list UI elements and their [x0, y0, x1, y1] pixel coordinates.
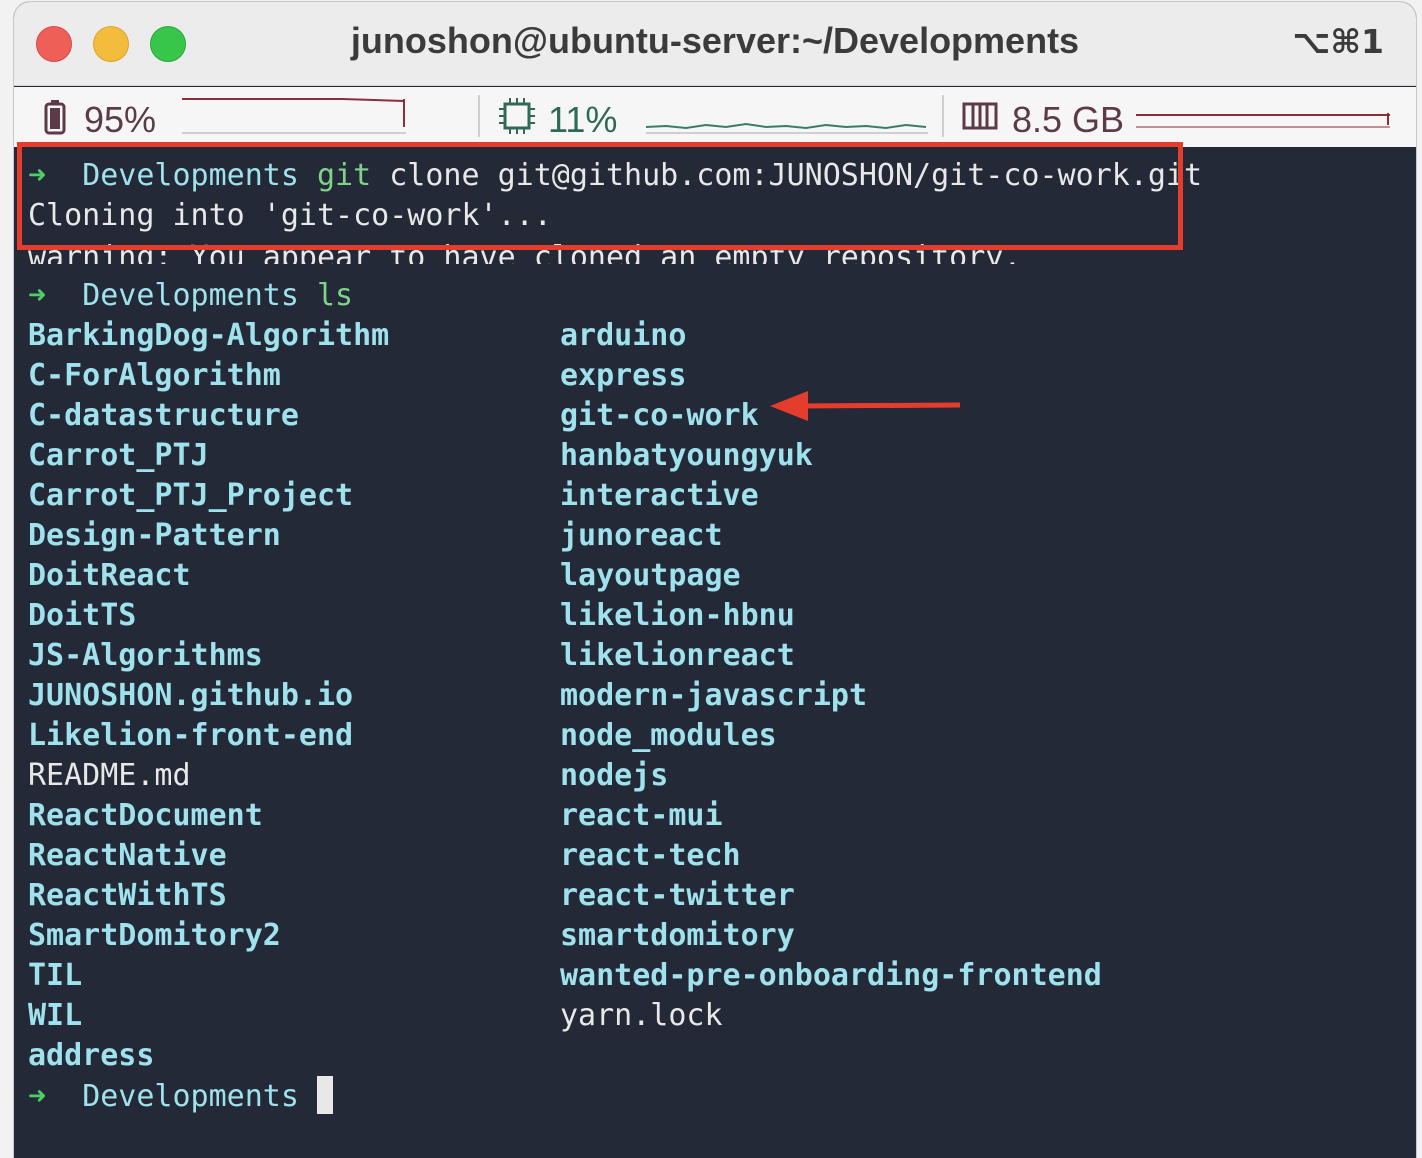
status-divider	[478, 95, 480, 137]
ls-entry: C-datastructure	[28, 398, 299, 433]
ls-row: ReactNative react-tech	[28, 836, 1408, 876]
prompt-arrow: ➜	[28, 278, 47, 313]
ls-row: address	[28, 1036, 1408, 1076]
battery-icon	[44, 100, 66, 135]
battery-percent: 95%	[84, 99, 157, 140]
ls-entry: react-mui	[560, 798, 723, 833]
ls-row: ReactDocument react-mui	[28, 796, 1408, 836]
cpu-chip-icon	[499, 98, 535, 134]
highlight-box	[17, 142, 1183, 250]
ls-entry: hanbatyoungyuk	[560, 438, 813, 473]
ls-output: BarkingDog-Algorithm arduino C-ForAlgorith…	[28, 316, 1408, 1076]
ls-entry: WIL	[28, 998, 83, 1033]
ls-entry: yarn.lock	[560, 998, 723, 1033]
status-bar: 95% 11% 8.5 GB	[14, 87, 1416, 147]
memory-icon	[962, 102, 998, 130]
ls-entry: interactive	[560, 478, 759, 513]
ls-row: JS-Algorithms likelionreact	[28, 636, 1408, 676]
battery-graph	[182, 98, 406, 134]
ls-row: TIL wanted-pre-onboarding-frontend	[28, 956, 1408, 996]
ls-entry: Carrot_PTJ_Project	[28, 478, 354, 513]
ls-entry: JS-Algorithms	[28, 638, 263, 673]
ls-row: DoitTS likelion-hbnu	[28, 596, 1408, 636]
ls-entry: Carrot_PTJ	[28, 438, 209, 473]
ls-row: C-ForAlgorithm express	[28, 356, 1408, 396]
status-divider	[942, 95, 944, 137]
ls-entry: DoitTS	[28, 598, 137, 633]
terminal-output[interactable]: ➜ Developments git clone git@github.com:…	[28, 156, 1408, 1116]
ls-entry: JUNOSHON.github.io	[28, 678, 354, 713]
ls-entry: Likelion-front-end	[28, 718, 354, 753]
ls-entry: C-ForAlgorithm	[28, 358, 281, 393]
prompt-arrow: ➜	[28, 1079, 47, 1114]
ls-row: SmartDomitory2 smartdomitory	[28, 916, 1408, 956]
terminal-cursor	[316, 1076, 333, 1114]
memory-usage: 8.5 GB	[1012, 99, 1125, 140]
highlight-arrow-icon	[770, 391, 961, 421]
ls-entry: ReactNative	[28, 838, 227, 873]
ls-row: Carrot_PTJ hanbatyoungyuk	[28, 436, 1408, 476]
ls-entry: BarkingDog-Algorithm	[28, 318, 390, 353]
title-bar: junoshon@ubuntu-server:~/Developments ⌥⌘…	[14, 2, 1416, 86]
ls-row: ReactWithTS react-twitter	[28, 876, 1408, 916]
ls-entry: arduino	[560, 318, 687, 353]
prompt-cwd: Developments	[82, 278, 299, 313]
ls-row: Carrot_PTJ_Project interactive	[28, 476, 1408, 516]
ls-row: BarkingDog-Algorithm arduino	[28, 316, 1408, 356]
window-title: junoshon@ubuntu-server:~/Developments	[350, 20, 1080, 61]
ls-row: DoitReact layoutpage	[28, 556, 1408, 596]
ls-entry: address	[28, 1038, 155, 1073]
command-name: ls	[317, 278, 354, 313]
ls-row: Likelion-front-end node_modules	[28, 716, 1408, 756]
cpu-graph	[646, 122, 928, 134]
ls-entry: wanted-pre-onboarding-frontend	[560, 958, 1102, 993]
ls-entry: react-tech	[560, 838, 741, 873]
command-line: ➜ Developments ls	[28, 276, 1408, 316]
ls-entry: likelionreact	[560, 638, 795, 673]
ls-row: C-datastructure git-co-work	[28, 396, 1408, 436]
ls-entry: express	[560, 358, 687, 393]
ls-entry: git-co-work	[560, 398, 759, 433]
ls-entry: modern-javascript	[560, 678, 868, 713]
ls-entry: junoreact	[560, 518, 723, 553]
ls-entry: TIL	[28, 958, 83, 993]
prompt-cwd: Developments	[82, 1079, 299, 1114]
ls-row: Design-Pattern junoreact	[28, 516, 1408, 556]
ls-entry: nodejs	[560, 758, 669, 793]
ls-entry: README.md	[28, 758, 191, 793]
command-line: ➜ Developments	[28, 1076, 1408, 1116]
ls-entry: ReactDocument	[28, 798, 263, 833]
cpu-percent: 11%	[548, 99, 618, 140]
ls-entry: likelion-hbnu	[560, 598, 795, 633]
ls-entry: ReactWithTS	[28, 878, 227, 913]
ls-row: JUNOSHON.github.io modern-javascript	[28, 676, 1408, 716]
ls-entry: DoitReact	[28, 558, 191, 593]
ls-entry: node_modules	[560, 718, 777, 753]
ls-entry: Design-Pattern	[28, 518, 281, 553]
ls-entry: layoutpage	[560, 558, 741, 593]
tab-shortcut: ⌥⌘1	[1292, 22, 1384, 61]
ls-entry: smartdomitory	[560, 918, 795, 953]
ls-row: README.md nodejs	[28, 756, 1408, 796]
ls-entry: SmartDomitory2	[28, 918, 281, 953]
ls-row: WIL yarn.lock	[28, 996, 1408, 1036]
memory-graph	[1136, 113, 1390, 128]
ls-entry: react-twitter	[560, 878, 795, 913]
